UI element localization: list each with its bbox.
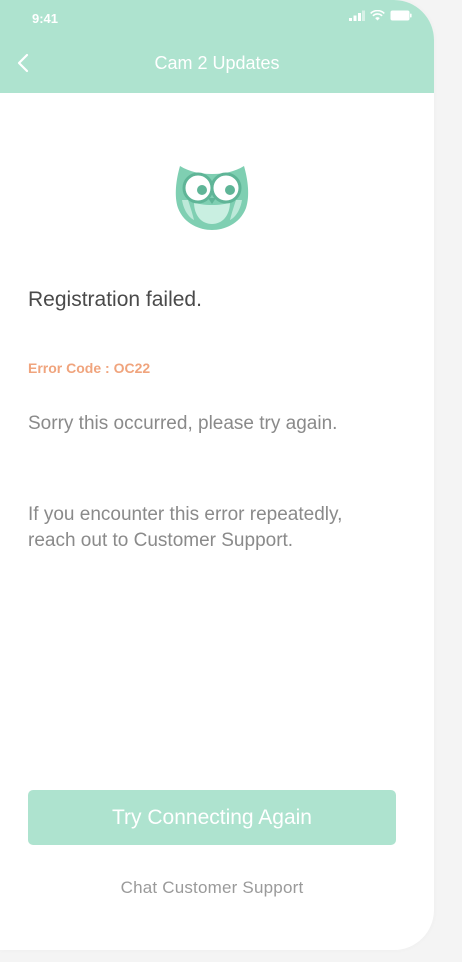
status-time: 9:41: [32, 11, 59, 26]
battery-icon: [390, 10, 412, 21]
phone-screen: 9:41 Cam 2 Updates Registration failed. …: [0, 0, 434, 950]
wifi-icon: [370, 10, 385, 21]
owl-logo-icon: [175, 166, 249, 230]
error-headline: Registration failed.: [28, 288, 202, 311]
try-connecting-again-button[interactable]: Try Connecting Again: [28, 790, 396, 845]
chat-customer-support-link[interactable]: Chat Customer Support: [0, 878, 424, 898]
error-message-apology: Sorry this occurred, please try again.: [28, 413, 338, 434]
error-message-support: If you encounter this error repeatedly, …: [28, 504, 343, 551]
signal-icon: [349, 10, 365, 21]
status-icons: [349, 10, 412, 21]
page-title: Cam 2 Updates: [154, 53, 280, 73]
app-header: 9:41 Cam 2 Updates: [0, 0, 434, 93]
error-code: Error Code : OC22: [28, 360, 151, 376]
